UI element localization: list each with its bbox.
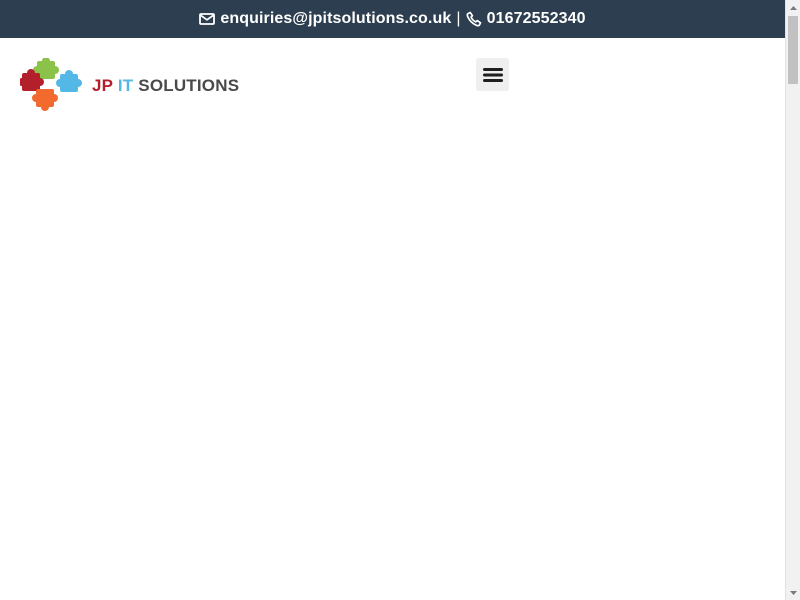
hamburger-menu-icon xyxy=(482,67,503,83)
site-logo-link[interactable]: JP IT SOLUTIONS xyxy=(20,58,242,112)
scroll-up-arrow-icon xyxy=(790,5,797,10)
scrollbar-thumb[interactable] xyxy=(788,16,798,84)
site-header: JP IT SOLUTIONS xyxy=(0,38,785,122)
scroll-up-button[interactable] xyxy=(786,0,800,15)
puzzle-pieces-icon xyxy=(20,58,84,112)
phone-number: 01672552340 xyxy=(486,10,586,27)
vertical-scrollbar[interactable] xyxy=(785,0,800,600)
logo-word-it: IT xyxy=(117,75,134,95)
phone-link[interactable]: 01672552340 xyxy=(466,10,586,28)
email-link[interactable]: enquiries@jpitsolutions.co.uk xyxy=(199,10,451,28)
email-address: enquiries@jpitsolutions.co.uk xyxy=(220,10,452,27)
page-viewport: enquiries@jpitsolutions.co.uk | 01672552… xyxy=(0,0,785,600)
logo-word-solutions: SOLUTIONS xyxy=(138,75,240,95)
contact-separator: | xyxy=(456,10,461,27)
logo-word-jp: JP xyxy=(92,75,113,95)
top-contact-bar: enquiries@jpitsolutions.co.uk | 01672552… xyxy=(0,0,785,38)
logo-wordmark: JP IT SOLUTIONS xyxy=(92,77,239,94)
menu-toggle-button[interactable] xyxy=(476,58,509,91)
scroll-down-arrow-icon xyxy=(790,590,797,595)
phone-icon xyxy=(466,11,482,27)
envelope-icon xyxy=(199,11,216,27)
scroll-down-button[interactable] xyxy=(786,585,800,600)
